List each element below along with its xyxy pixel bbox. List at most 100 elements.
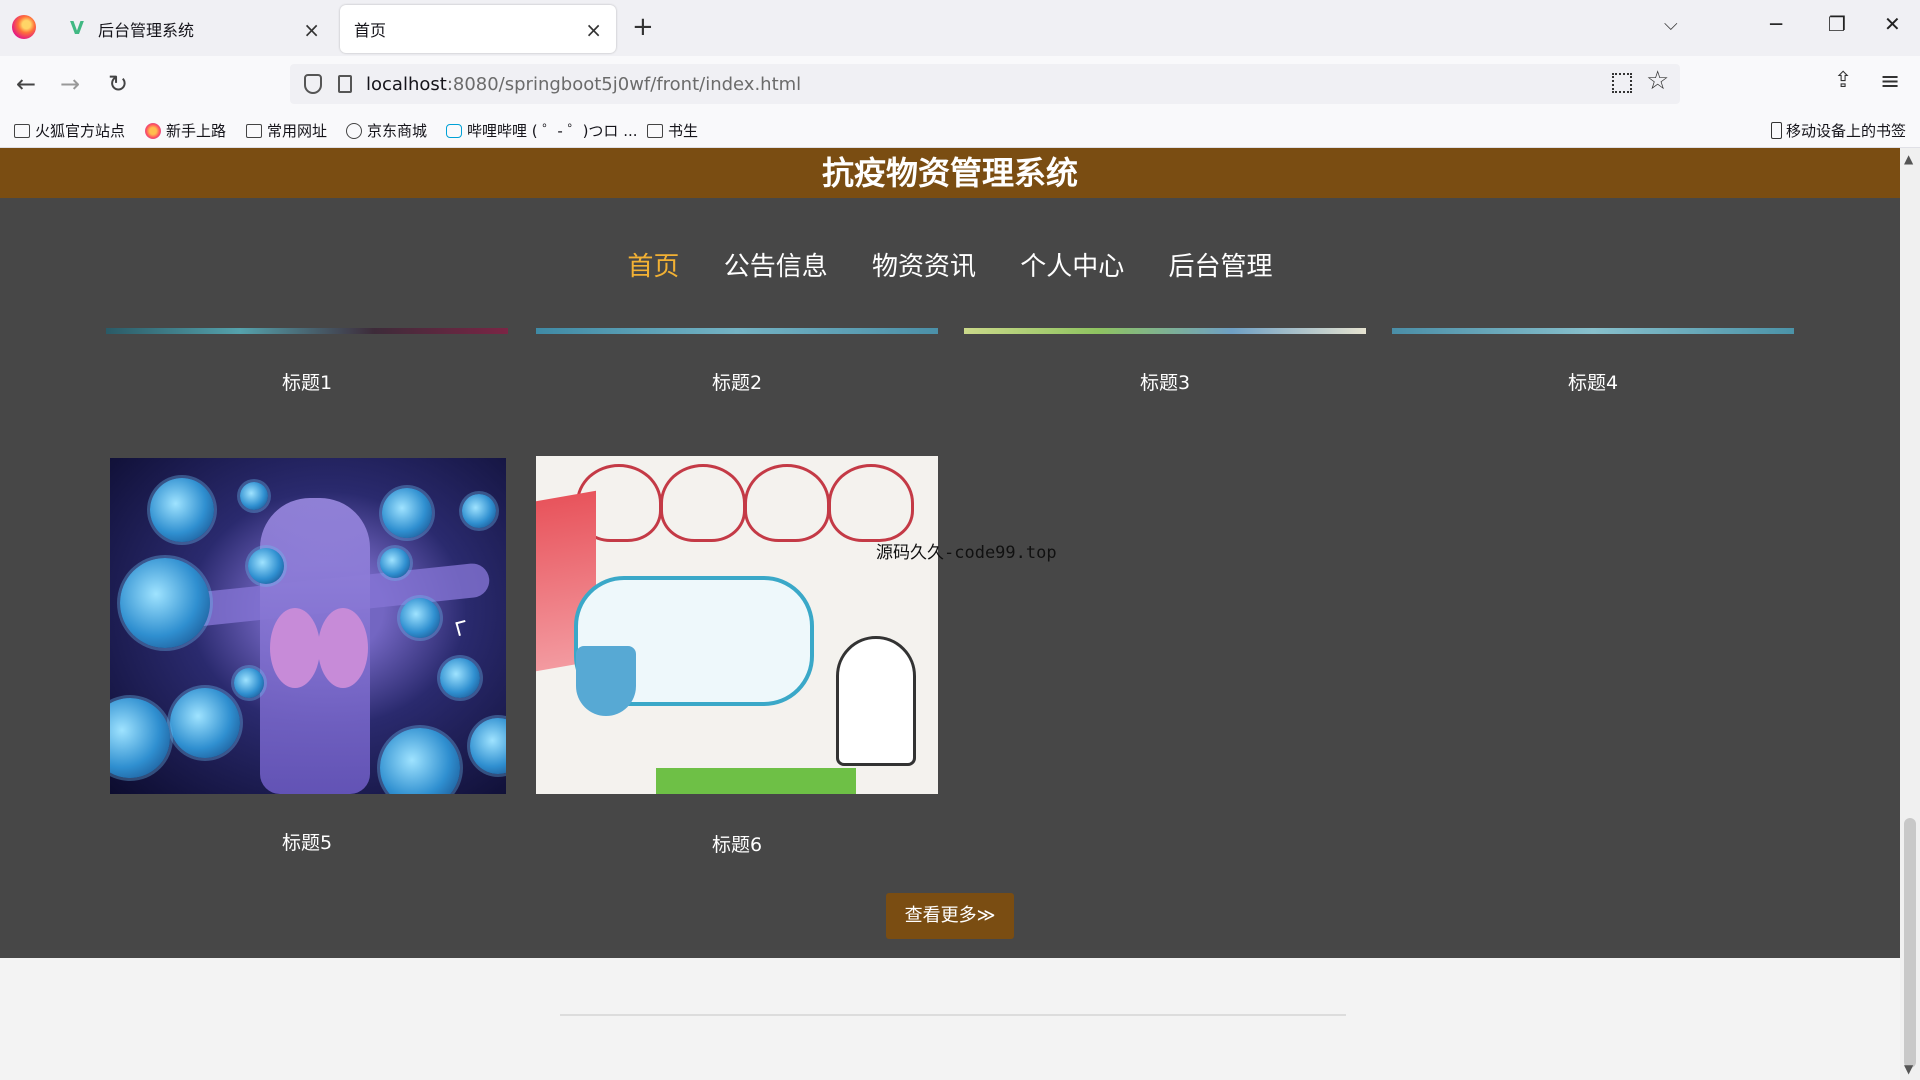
virus-icon xyxy=(470,718,506,774)
main-section: 首页 公告信息 物资资讯 个人中心 后台管理 标题1 标题2 标题3 标题4 标… xyxy=(0,198,1900,958)
url-bar[interactable]: localhost:8080/springboot5j0wf/front/ind… xyxy=(290,64,1680,104)
firefox-logo-icon[interactable] xyxy=(12,15,36,39)
virus-icon xyxy=(462,494,496,528)
forward-arrow-icon[interactable]: → xyxy=(60,70,80,98)
firefox-icon xyxy=(145,122,161,139)
heart-shape xyxy=(744,464,830,542)
card-image-3[interactable] xyxy=(964,328,1366,334)
view-more-button[interactable]: 查看更多≫ xyxy=(886,893,1014,939)
page-icon[interactable] xyxy=(338,75,352,93)
shield-cross-icon xyxy=(576,646,636,716)
overlay-text: 源码久久-code99.top xyxy=(876,543,1057,563)
scroll-up-icon[interactable]: ▲ xyxy=(1904,152,1913,166)
mobile-bookmarks-label: 移动设备上的书签 xyxy=(1785,122,1906,140)
close-window-icon[interactable]: ✕ xyxy=(1884,12,1901,36)
site-header: 抗疫物资管理系统 xyxy=(0,148,1900,198)
mobile-bookmarks[interactable]: 移动设备上的书签 xyxy=(1770,120,1906,141)
tab-title: 后台管理系统 xyxy=(98,21,195,40)
virus-icon xyxy=(382,488,432,538)
virus-icon xyxy=(400,598,440,638)
grass-shape xyxy=(656,768,856,794)
minimize-icon[interactable]: ─ xyxy=(1770,12,1782,36)
virus-icon xyxy=(380,548,410,578)
bookmark-label: 哔哩哔哩 ( ゜- ゜)つロ ... xyxy=(467,122,638,140)
card-caption-5[interactable]: 标题5 xyxy=(106,828,508,855)
folder-icon xyxy=(246,123,262,138)
scroll-thumb[interactable] xyxy=(1904,818,1916,1068)
close-tab-icon[interactable]: × xyxy=(585,18,602,42)
medic-figure-shape xyxy=(836,636,916,766)
tab-admin[interactable]: V 后台管理系统 × xyxy=(56,5,334,53)
bookmark-item[interactable]: 书生 xyxy=(647,120,698,141)
tab-strip: V 后台管理系统 × 首页 × + ⌵ ─ ❐ ✕ xyxy=(0,0,1920,56)
bookmark-item[interactable]: 火狐官方站点 xyxy=(14,120,125,141)
card-caption-4[interactable]: 标题4 xyxy=(1392,368,1794,395)
footer-divider xyxy=(560,1014,1346,1016)
bookmark-label: 京东商城 xyxy=(367,122,428,140)
site-nav: 首页 公告信息 物资资讯 个人中心 后台管理 xyxy=(0,246,1900,283)
virus-icon xyxy=(150,478,214,542)
vue-logo-icon: V xyxy=(70,18,84,39)
chevron-down-icon[interactable]: ⌵ xyxy=(1664,14,1678,35)
card-image-2[interactable] xyxy=(536,328,938,334)
folder-icon xyxy=(14,123,30,138)
bookmark-item[interactable]: 新手上路 xyxy=(145,120,226,141)
qr-code-icon[interactable] xyxy=(1612,73,1632,93)
heart-shape xyxy=(660,464,746,542)
lung-shape xyxy=(318,608,368,688)
bookmark-label: 新手上路 xyxy=(166,122,227,140)
card-image-6[interactable] xyxy=(536,456,938,794)
bookmark-label: 火狐官方站点 xyxy=(35,122,126,140)
virus-icon xyxy=(120,558,210,648)
nav-item-home[interactable]: 首页 xyxy=(627,246,679,283)
nav-item-personal-center[interactable]: 个人中心 xyxy=(1020,246,1124,283)
url-path: :8080/springboot5j0wf/front/index.html xyxy=(446,73,802,95)
virus-icon xyxy=(234,668,264,698)
virus-icon xyxy=(240,482,268,510)
scroll-down-icon[interactable]: ▼ xyxy=(1904,1062,1913,1076)
globe-icon xyxy=(346,122,362,139)
new-tab-button[interactable]: + xyxy=(632,12,654,42)
extensions-icon[interactable]: ⇪ xyxy=(1834,68,1852,93)
bookmarks-bar: 火狐官方站点 新手上路 常用网址 京东商城 哔哩哔哩 ( ゜- ゜)つロ ...… xyxy=(0,112,1920,148)
virus-icon xyxy=(380,728,460,794)
site-title: 抗疫物资管理系统 xyxy=(821,154,1078,192)
card-image-1[interactable] xyxy=(106,328,508,334)
url-text[interactable]: localhost:8080/springboot5j0wf/front/ind… xyxy=(366,74,801,95)
close-tab-icon[interactable]: × xyxy=(303,18,320,42)
virus-icon xyxy=(440,658,480,698)
bookmark-label: 常用网址 xyxy=(267,122,328,140)
bookmark-item[interactable]: 哔哩哔哩 ( ゜- ゜)つロ ... xyxy=(446,120,638,141)
virus-icon xyxy=(170,688,240,758)
card-caption-6[interactable]: 标题6 xyxy=(536,830,938,857)
tab-title: 首页 xyxy=(354,21,387,40)
card-caption-2[interactable]: 标题2 xyxy=(536,368,938,395)
nav-item-admin[interactable]: 后台管理 xyxy=(1169,246,1273,283)
nav-item-announcements[interactable]: 公告信息 xyxy=(724,246,828,283)
folder-icon xyxy=(647,123,663,138)
bookmark-label: 书生 xyxy=(668,122,699,140)
phone-icon xyxy=(1770,122,1782,139)
scrollbar[interactable]: ▲ ▼ xyxy=(1900,148,1920,1080)
virus-icon xyxy=(248,548,284,584)
bookmark-item[interactable]: 常用网址 xyxy=(246,120,327,141)
hamburger-menu-icon[interactable]: ≡ xyxy=(1880,67,1900,95)
nav-item-supply-news[interactable]: 物资资讯 xyxy=(872,246,976,283)
page-viewport: 抗疫物资管理系统 首页 公告信息 物资资讯 个人中心 后台管理 标题1 标题2 … xyxy=(0,148,1900,1080)
tracking-shield-icon[interactable] xyxy=(304,74,322,94)
bilibili-icon xyxy=(446,123,462,138)
card-caption-1[interactable]: 标题1 xyxy=(106,368,508,395)
nav-toolbar: ← → ↻ localhost:8080/springboot5j0wf/fro… xyxy=(0,56,1920,112)
bookmark-star-icon[interactable]: ☆ xyxy=(1646,66,1669,96)
back-arrow-icon[interactable]: ← xyxy=(16,70,36,98)
card-image-5[interactable] xyxy=(110,458,506,794)
heart-shape xyxy=(828,464,914,542)
lung-shape xyxy=(270,608,320,688)
reload-icon[interactable]: ↻ xyxy=(108,70,128,98)
card-caption-3[interactable]: 标题3 xyxy=(964,368,1366,395)
virus-icon xyxy=(110,698,170,778)
restore-icon[interactable]: ❐ xyxy=(1828,12,1846,36)
bookmark-item[interactable]: 京东商城 xyxy=(346,120,427,141)
tab-home[interactable]: 首页 × xyxy=(340,5,616,53)
card-image-4[interactable] xyxy=(1392,328,1794,334)
